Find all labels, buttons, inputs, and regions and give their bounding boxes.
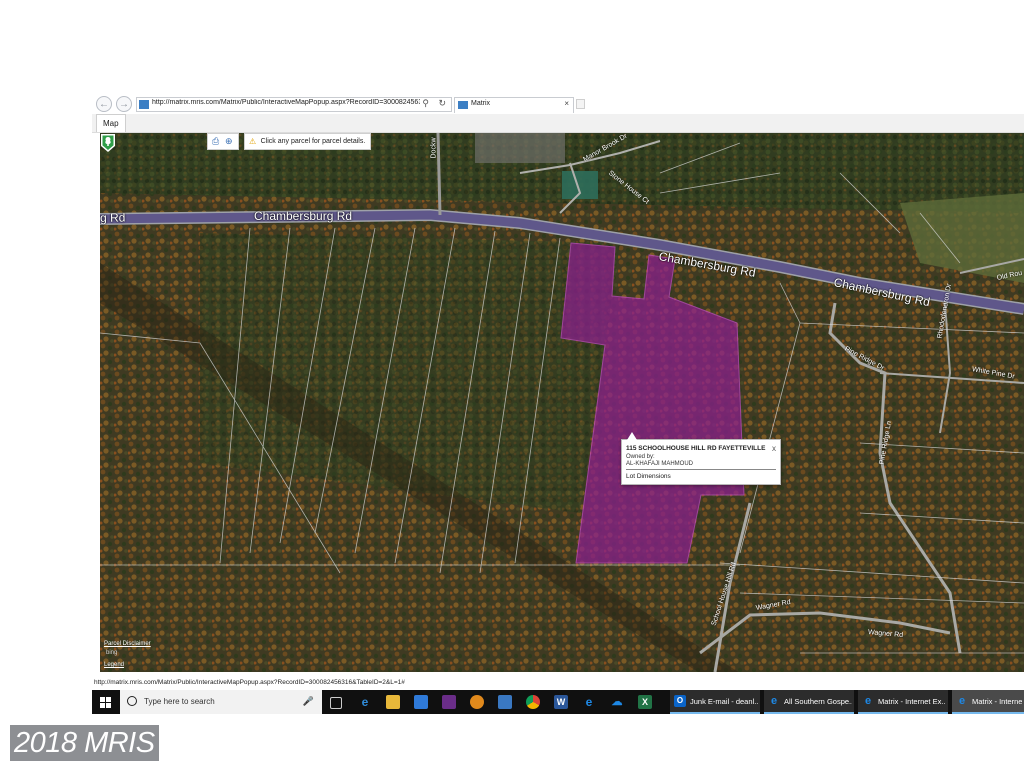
road-label-chambersburg: Chambersburg Rd [254,209,353,223]
watermark-text: 2018 MRIS [10,725,159,761]
status-url: http://matrix.mris.com/Matrix/Public/Int… [94,679,405,686]
arrow-right-icon: → [119,99,129,110]
onedrive-icon[interactable]: ☁ [610,695,624,709]
parcel-disclaimer-link[interactable]: Parcel Disclaimer [104,641,151,647]
owner-name: AL-KHAFAJI MAHMOUD [626,461,694,467]
road-label-dock: Dockw [430,137,438,159]
forward-button[interactable]: → [116,96,132,112]
tab-map[interactable]: Map [96,114,126,132]
edge-icon[interactable]: e [358,695,372,709]
taskbar-window-ie-gospel[interactable]: e All Southern Gospe... [764,690,854,714]
parcel-pin-icon[interactable] [100,133,116,153]
refresh-icon[interactable]: ↻ [438,98,446,109]
ie-icon: e [958,695,966,707]
new-tab-button[interactable] [576,99,585,109]
taskbar-window-ie-matrix[interactable]: e Matrix - Internet Ex... [858,690,948,714]
outlook-icon: O [674,695,686,707]
tab-close-icon[interactable]: × [564,99,569,108]
back-button[interactable]: ← [96,96,112,112]
page-tab-bar: Map [92,114,1024,133]
popup-address: 115 SCHOOLHOUSE HILL RD FAYETTEVILLE [626,445,766,452]
hint-text: Click any parcel for parcel details. [260,138,366,145]
site-favicon-icon [139,100,149,109]
taskbar-window-ie-matrix-active[interactable]: e Matrix - Internet E [952,690,1024,714]
app-icon[interactable] [442,695,456,709]
tab-title: Matrix [471,100,491,107]
task-view-icon[interactable] [330,697,342,709]
windows-taskbar: Type here to search 🎤 e W e ☁ X O Junk E… [92,690,1024,714]
watermark: 2018 MRIS [4,720,171,764]
lot-dimensions-link[interactable]: Lot Dimensions [626,473,671,480]
store-icon[interactable] [414,695,428,709]
search-icon[interactable]: ⚲ [422,98,429,109]
word-icon[interactable]: W [554,695,568,709]
app-icon[interactable] [470,695,484,709]
popup-pointer [627,432,637,440]
taskbar-window-outlook[interactable]: O Junk E-mail - deanl... [670,690,760,714]
ie-icon: e [864,695,872,707]
microphone-icon[interactable]: 🎤 [303,696,314,707]
warning-icon: ⚠ [249,137,257,146]
parcel-popup: 115 SCHOOLHOUSE HILL RD FAYETTEVILLE x O… [621,432,781,485]
ie-icon[interactable]: e [582,695,596,709]
map-toolbar: ⎙ ⊕ [207,133,239,150]
taskbar-search[interactable]: Type here to search 🎤 [120,690,322,714]
start-button[interactable] [92,690,120,714]
locate-icon[interactable]: ⊕ [225,136,233,147]
road-label-chambersburg: rg Rd [100,210,126,225]
windows-logo-icon [100,697,111,708]
excel-icon[interactable]: X [638,695,652,709]
chrome-icon[interactable] [526,695,540,709]
aerial-imagery [100,133,1024,672]
photos-icon[interactable] [498,695,512,709]
address-url[interactable]: http://matrix.mris.com/Matrix/Public/Int… [152,99,420,106]
close-icon[interactable]: x [772,444,776,453]
status-bar: http://matrix.mris.com/Matrix/Public/Int… [92,679,1024,689]
print-icon[interactable]: ⎙ [212,136,219,147]
map-attribution: bing [106,650,118,656]
owned-by-label: Owned by: [626,454,655,460]
arrow-left-icon: ← [99,99,109,110]
file-explorer-icon[interactable] [386,695,400,709]
popup-divider [626,469,776,470]
legend-link[interactable]: Legend [104,662,124,668]
tab-favicon-icon [458,101,468,109]
interactive-map[interactable]: ⎙ ⊕ ⚠ Click any parcel for parcel detail… [100,133,1024,672]
browser-tab[interactable]: Matrix × [454,97,574,113]
map-hint: ⚠ Click any parcel for parcel details. [244,133,372,150]
search-placeholder: Type here to search [144,697,215,706]
address-bar[interactable]: http://matrix.mris.com/Matrix/Public/Int… [136,97,452,112]
browser-chrome: ← → http://matrix.mris.com/Matrix/Public… [92,94,1024,114]
ie-icon: e [770,695,778,707]
cortana-icon [127,696,137,706]
